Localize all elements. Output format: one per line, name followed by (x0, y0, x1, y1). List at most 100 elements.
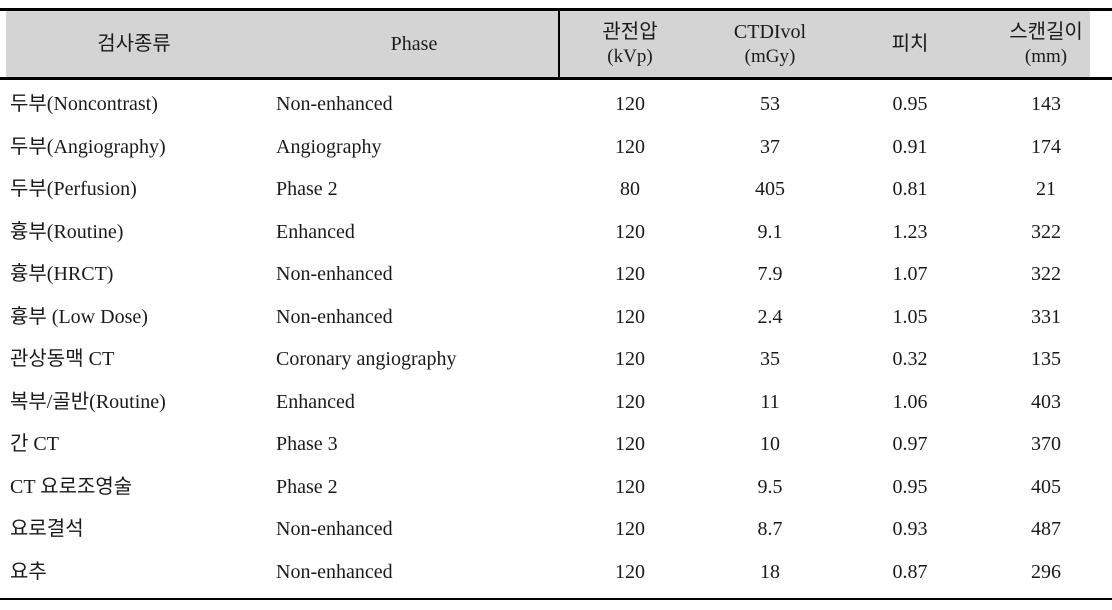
ct-protocol-table: 검사종류 Phase 관전압 (kVp) CTDIvol (mGy) 피치 스캔 (0, 11, 1112, 593)
cell-len: 403 (1031, 390, 1061, 413)
cell-ctdi: 405 (755, 178, 785, 201)
table-row: 요추 Non-enhanced 120 18 0.87 296 (0, 551, 1112, 594)
cell-pitch: 0.93 (892, 518, 928, 541)
cell-pitch: 0.95 (892, 93, 928, 116)
column-header-pitch-label: 피치 (891, 32, 929, 55)
cell-kvp: 120 (615, 93, 645, 116)
cell-ctdi: 7.9 (757, 263, 783, 286)
column-header-kvp: 관전압 (kVp) (560, 11, 700, 77)
cell-len: 296 (1031, 560, 1061, 583)
cell-kvp: 120 (615, 475, 645, 498)
column-header-scan-length: 스캔길이 (mm) (980, 11, 1112, 77)
column-header-ctdivol-unit: (mGy) (744, 45, 796, 67)
cell-len: 143 (1031, 93, 1061, 116)
cell-len: 174 (1031, 135, 1061, 158)
cell-ctdi: 11 (760, 390, 780, 413)
cell-exam: 두부(Noncontrast) (10, 93, 158, 116)
table-row: 요로결석 Non-enhanced 120 8.7 0.93 487 (0, 508, 1112, 551)
cell-len: 135 (1031, 348, 1061, 371)
cell-phase: Non-enhanced (276, 263, 393, 286)
cell-pitch: 0.32 (892, 348, 928, 371)
table-row: 흉부(Routine) Enhanced 120 9.1 1.23 322 (0, 211, 1112, 254)
cell-len: 331 (1031, 305, 1061, 328)
cell-pitch: 1.05 (892, 305, 928, 328)
cell-pitch: 1.23 (892, 220, 928, 243)
cell-pitch: 0.81 (892, 178, 928, 201)
cell-len: 322 (1031, 220, 1061, 243)
column-header-ctdivol: CTDIvol (mGy) (700, 11, 840, 77)
column-header-phase: Phase (268, 11, 560, 77)
column-header-kvp-unit: (kVp) (607, 45, 653, 67)
cell-pitch: 0.95 (892, 475, 928, 498)
cell-kvp: 80 (620, 178, 640, 201)
cell-phase: Non-enhanced (276, 93, 393, 116)
table-row: 흉부 (Low Dose) Non-enhanced 120 2.4 1.05 331 (0, 296, 1112, 339)
column-header-phase-label: Phase (390, 32, 438, 55)
cell-kvp: 120 (615, 220, 645, 243)
cell-ctdi: 9.5 (757, 475, 783, 498)
column-header-scan-length-label: 스캔길이 (1009, 20, 1083, 43)
cell-ctdi: 2.4 (757, 305, 783, 328)
cell-exam: 흉부(HRCT) (10, 263, 114, 286)
table-body: 두부(Noncontrast) Non-enhanced 120 53 0.95 143 두… (0, 77, 1112, 593)
cell-phase: Non-enhanced (276, 518, 393, 541)
cell-exam: 관상동맥 CT (10, 348, 115, 371)
cell-phase: Phase 3 (276, 433, 338, 456)
cell-exam: 간 CT (10, 433, 59, 456)
table-header-row: 검사종류 Phase 관전압 (kVp) CTDIvol (mGy) 피치 스캔 (0, 11, 1112, 77)
column-header-exam-type: 검사종류 (0, 11, 268, 77)
cell-pitch: 0.91 (892, 135, 928, 158)
cell-kvp: 120 (615, 518, 645, 541)
table-row: 관상동맥 CT Coronary angiography 120 35 0.32 135 (0, 338, 1112, 381)
cell-exam: CT 요로조영술 (10, 475, 133, 498)
cell-phase: Enhanced (276, 220, 355, 243)
ct-protocol-table-container: 검사종류 Phase 관전압 (kVp) CTDIvol (mGy) 피치 스캔 (0, 0, 1112, 610)
cell-ctdi: 8.7 (757, 518, 783, 541)
cell-len: 370 (1031, 433, 1061, 456)
cell-kvp: 120 (615, 390, 645, 413)
cell-ctdi: 18 (760, 560, 780, 583)
cell-exam: 흉부(Routine) (10, 220, 124, 243)
table-row: 간 CT Phase 3 120 10 0.97 370 (0, 423, 1112, 466)
table-row: 복부/골반(Routine) Enhanced 120 11 1.06 403 (0, 381, 1112, 424)
cell-pitch: 1.06 (892, 390, 928, 413)
cell-pitch: 1.07 (892, 263, 928, 286)
cell-phase: Phase 2 (276, 475, 338, 498)
column-header-ctdivol-label: CTDIvol (733, 20, 807, 43)
cell-kvp: 120 (615, 263, 645, 286)
cell-len: 487 (1031, 518, 1061, 541)
column-header-pitch: 피치 (840, 11, 980, 77)
cell-len: 322 (1031, 263, 1061, 286)
cell-len: 21 (1036, 178, 1056, 201)
table-row: 흉부(HRCT) Non-enhanced 120 7.9 1.07 322 (0, 253, 1112, 296)
cell-kvp: 120 (615, 433, 645, 456)
cell-exam: 복부/골반(Routine) (10, 390, 166, 413)
cell-ctdi: 53 (760, 93, 780, 116)
cell-phase: Enhanced (276, 390, 355, 413)
cell-ctdi: 10 (760, 433, 780, 456)
cell-pitch: 0.97 (892, 433, 928, 456)
cell-exam: 흉부 (Low Dose) (10, 305, 148, 328)
cell-phase: Non-enhanced (276, 560, 393, 583)
column-header-exam-type-label: 검사종류 (97, 32, 171, 55)
column-header-scan-length-unit: (mm) (1024, 45, 1068, 67)
cell-ctdi: 37 (760, 135, 780, 158)
cell-phase: Phase 2 (276, 178, 338, 201)
cell-phase: Coronary angiography (276, 348, 457, 371)
table-row: 두부(Perfusion) Phase 2 80 405 0.81 21 (0, 168, 1112, 211)
cell-len: 405 (1031, 475, 1061, 498)
cell-kvp: 120 (615, 348, 645, 371)
table-row: 두부(Noncontrast) Non-enhanced 120 53 0.95 143 (0, 77, 1112, 126)
cell-ctdi: 35 (760, 348, 780, 371)
table-row: CT 요로조영술 Phase 2 120 9.5 0.95 405 (0, 466, 1112, 509)
cell-phase: Non-enhanced (276, 305, 393, 328)
cell-phase: Angiography (276, 135, 382, 158)
column-header-kvp-label: 관전압 (602, 20, 658, 43)
cell-exam: 두부(Perfusion) (10, 178, 137, 201)
cell-exam: 두부(Angiography) (10, 135, 166, 158)
cell-exam: 요추 (10, 560, 47, 583)
cell-ctdi: 9.1 (757, 220, 783, 243)
cell-pitch: 0.87 (892, 560, 928, 583)
table-row: 두부(Angiography) Angiography 120 37 0.91 174 (0, 126, 1112, 169)
cell-exam: 요로결석 (10, 518, 84, 541)
